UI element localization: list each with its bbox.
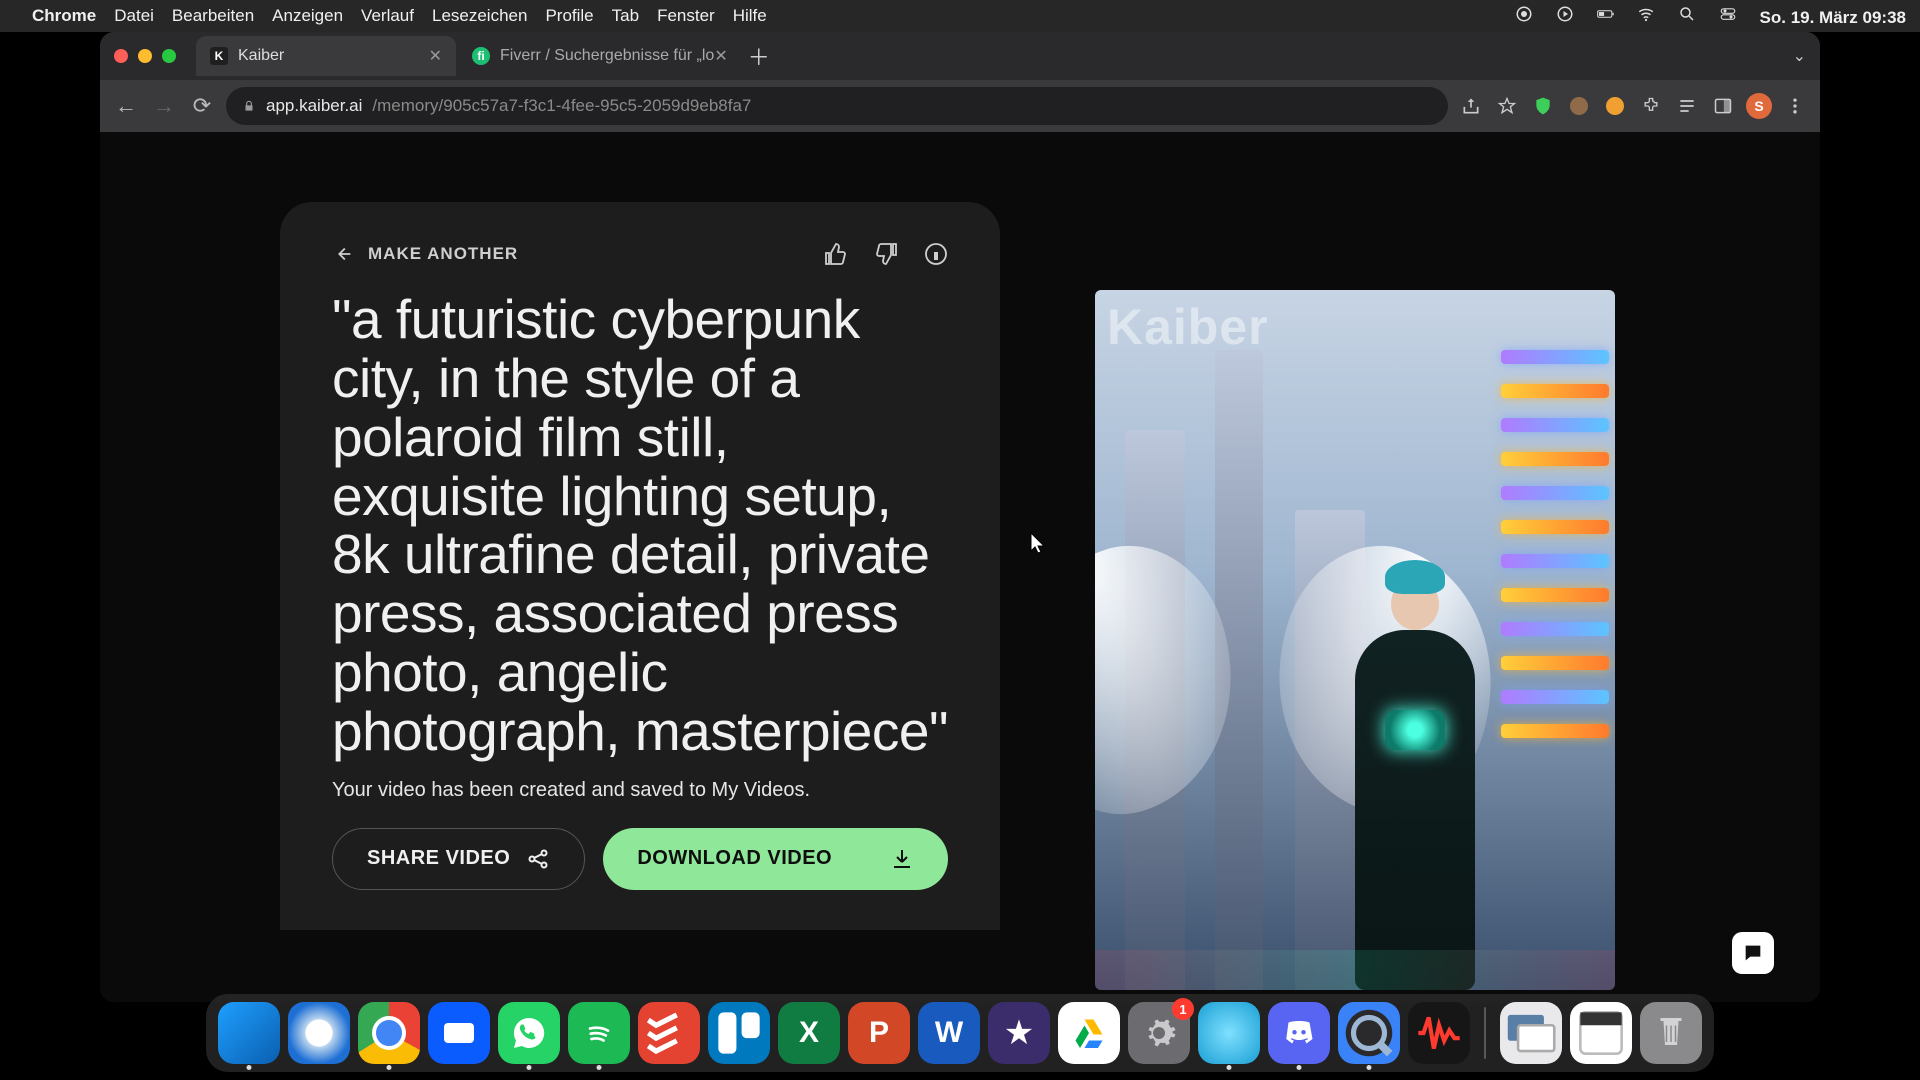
browser-toolbar: ← → ⟳ app.kaiber.ai/memory/905c57a7-f3c1… <box>100 80 1820 132</box>
tab-list-chevron-icon[interactable]: ⌄ <box>1793 46 1806 66</box>
dock-powerpoint-icon[interactable]: P <box>848 1002 910 1064</box>
window-controls <box>114 49 176 63</box>
window-close-icon[interactable] <box>114 49 128 63</box>
reading-list-icon[interactable] <box>1674 93 1700 119</box>
thumbs-down-button[interactable] <box>874 242 898 266</box>
dock-preview-stack-icon[interactable] <box>1500 1002 1562 1064</box>
feedback-row <box>824 242 948 266</box>
dock-whatsapp-icon[interactable] <box>498 1002 560 1064</box>
menubar-datetime[interactable]: So. 19. März 09:38 <box>1760 8 1906 28</box>
avatar-initial: S <box>1754 98 1763 114</box>
tab-kaiber[interactable]: K Kaiber ✕ <box>196 36 456 76</box>
dock-drive-icon[interactable] <box>1058 1002 1120 1064</box>
tab-title: Fiverr / Suchergebnisse für „lo <box>500 47 714 65</box>
replay-icon[interactable] <box>1556 5 1574 23</box>
share-video-button[interactable]: SHARE VIDEO <box>332 828 585 890</box>
tab-close-icon[interactable]: ✕ <box>429 46 442 66</box>
chat-widget-button[interactable] <box>1732 932 1774 974</box>
tab-strip: K Kaiber ✕ fi Fiverr / Suchergebnisse fü… <box>100 32 1820 80</box>
control-center-icon[interactable] <box>1719 5 1737 23</box>
screen-record-icon[interactable] <box>1515 5 1533 23</box>
thumbs-up-button[interactable] <box>824 242 848 266</box>
dock-finder-icon[interactable] <box>218 1002 280 1064</box>
prompt-card: MAKE ANOTHER "a futuristic cyberpunk cit… <box>280 202 1000 930</box>
bookmark-star-icon[interactable] <box>1494 93 1520 119</box>
new-tab-button[interactable]: ＋ <box>744 40 774 72</box>
info-button[interactable] <box>924 242 948 266</box>
dock-separator <box>1484 1007 1486 1059</box>
battery-icon[interactable] <box>1597 5 1615 23</box>
dock-app-generic-icon[interactable] <box>1198 1002 1260 1064</box>
chat-icon <box>1742 942 1764 964</box>
dock-todoist-icon[interactable] <box>638 1002 700 1064</box>
address-bar[interactable]: app.kaiber.ai/memory/905c57a7-f3c1-4fee-… <box>226 87 1448 125</box>
mouse-cursor-icon <box>1030 532 1046 554</box>
menu-tab[interactable]: Tab <box>612 6 639 26</box>
make-another-button[interactable]: MAKE ANOTHER <box>332 243 518 265</box>
download-icon <box>890 847 914 871</box>
download-video-label: DOWNLOAD VIDEO <box>637 847 832 870</box>
menubar-app-name[interactable]: Chrome <box>32 6 96 26</box>
dock-spotify-icon[interactable] <box>568 1002 630 1064</box>
extension-dot1-icon[interactable] <box>1566 93 1592 119</box>
dock-settings-icon[interactable]: 1 <box>1128 1002 1190 1064</box>
macos-menubar: Chrome Datei Bearbeiten Anzeigen Verlauf… <box>0 0 1920 32</box>
nav-back-button[interactable]: ← <box>112 93 140 119</box>
menu-fenster[interactable]: Fenster <box>657 6 715 26</box>
page-content: MAKE ANOTHER "a futuristic cyberpunk cit… <box>100 132 1820 1002</box>
macos-dock: X P W ★ 1 <box>206 994 1714 1072</box>
dock-imovie-icon[interactable]: ★ <box>988 1002 1050 1064</box>
menu-datei[interactable]: Datei <box>114 6 154 26</box>
tab-fiverr[interactable]: fi Fiverr / Suchergebnisse für „lo ✕ <box>458 36 742 76</box>
dock-documents-stack-icon[interactable] <box>1570 1002 1632 1064</box>
dock-excel-icon[interactable]: X <box>778 1002 840 1064</box>
dock-trello-icon[interactable] <box>708 1002 770 1064</box>
menu-profile[interactable]: Profile <box>545 6 593 26</box>
dock-chrome-icon[interactable] <box>358 1002 420 1064</box>
menu-verlauf[interactable]: Verlauf <box>361 6 414 26</box>
arrow-left-icon <box>332 243 354 265</box>
url-host: app.kaiber.ai <box>266 96 362 116</box>
dock-quicktime-icon[interactable] <box>1338 1002 1400 1064</box>
dock-audio-app-icon[interactable] <box>1408 1002 1470 1064</box>
dock-zoom-icon[interactable] <box>428 1002 490 1064</box>
spotlight-icon[interactable] <box>1678 5 1696 23</box>
share-icon <box>526 847 550 871</box>
extension-shield-icon[interactable] <box>1530 93 1556 119</box>
nav-forward-button[interactable]: → <box>150 93 178 119</box>
dock-trash-icon[interactable] <box>1640 1002 1702 1064</box>
settings-badge: 1 <box>1172 998 1194 1020</box>
menu-bearbeiten[interactable]: Bearbeiten <box>172 6 254 26</box>
tab-favicon-icon: K <box>210 47 228 65</box>
dock-safari-icon[interactable] <box>288 1002 350 1064</box>
video-preview[interactable]: Kaiber <box>1095 290 1615 990</box>
tab-favicon-icon: fi <box>472 47 490 65</box>
extension-dot2-icon[interactable] <box>1602 93 1628 119</box>
side-panel-icon[interactable] <box>1710 93 1736 119</box>
wifi-icon[interactable] <box>1637 5 1655 23</box>
profile-avatar[interactable]: S <box>1746 93 1772 119</box>
dock-word-icon[interactable]: W <box>918 1002 980 1064</box>
status-text: Your video has been created and saved to… <box>332 779 948 802</box>
share-page-icon[interactable] <box>1458 93 1484 119</box>
nav-reload-button[interactable]: ⟳ <box>188 93 216 119</box>
url-path: /memory/905c57a7-f3c1-4fee-95c5-2059d9eb… <box>372 96 751 116</box>
dock-discord-icon[interactable] <box>1268 1002 1330 1064</box>
lock-icon <box>242 99 256 113</box>
chrome-window: K Kaiber ✕ fi Fiverr / Suchergebnisse fü… <box>100 32 1820 1002</box>
window-minimize-icon[interactable] <box>138 49 152 63</box>
download-video-button[interactable]: DOWNLOAD VIDEO <box>603 828 948 890</box>
menu-hilfe[interactable]: Hilfe <box>733 6 767 26</box>
tab-close-icon[interactable]: ✕ <box>714 46 727 66</box>
prompt-text: "a futuristic cyberpunk city, in the sty… <box>332 290 948 761</box>
make-another-label: MAKE ANOTHER <box>368 244 518 264</box>
menu-lesezeichen[interactable]: Lesezeichen <box>432 6 527 26</box>
menu-anzeigen[interactable]: Anzeigen <box>272 6 343 26</box>
chrome-menu-icon[interactable] <box>1782 93 1808 119</box>
tab-title: Kaiber <box>238 47 284 65</box>
share-video-label: SHARE VIDEO <box>367 847 510 870</box>
window-fullscreen-icon[interactable] <box>162 49 176 63</box>
extensions-puzzle-icon[interactable] <box>1638 93 1664 119</box>
